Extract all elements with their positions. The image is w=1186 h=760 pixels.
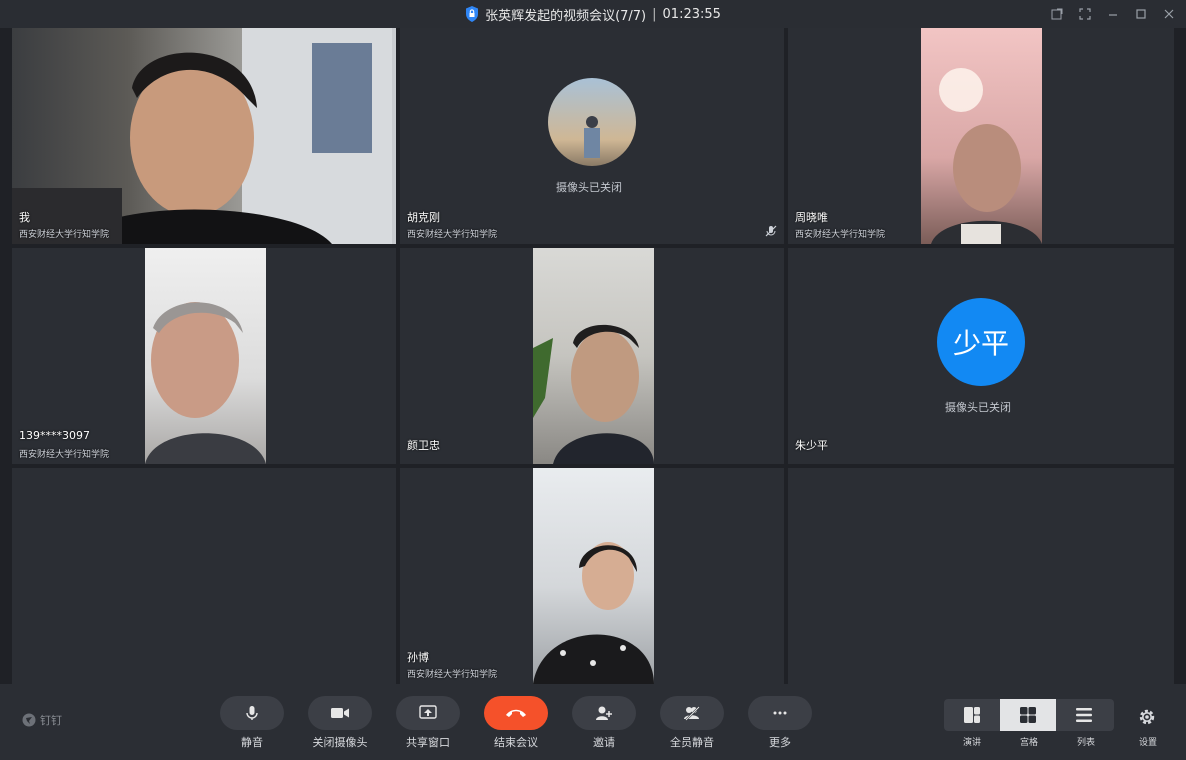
video-feed — [533, 248, 654, 464]
layout-switcher — [944, 699, 1114, 731]
camera-toggle-button[interactable] — [308, 696, 372, 730]
video-feed — [533, 468, 654, 684]
video-grid: 我 西安财经大学行知学院 摄像头已关闭 胡克刚 西安财经大学行知学院 周晓唯 西… — [12, 28, 1174, 684]
speaker-layout-icon — [964, 707, 980, 723]
microphone-icon — [246, 706, 258, 720]
participant-org: 西安财经大学行知学院 — [19, 230, 110, 240]
list-layout-button[interactable] — [1056, 699, 1112, 731]
dingtalk-icon — [22, 713, 36, 727]
share-window-label: 共享窗口 — [406, 736, 450, 749]
more-icon — [773, 711, 787, 715]
settings-label: 设置 — [1138, 738, 1157, 748]
title-separator: | — [652, 6, 657, 22]
video-feed — [145, 248, 266, 464]
participant-tile-zhushaoping[interactable]: 少平 摄像头已关闭 朱少平 — [788, 248, 1174, 464]
participant-name: 孙博 — [407, 651, 429, 664]
mute-all-icon — [684, 706, 700, 721]
video-feed — [921, 28, 1042, 244]
gear-icon[interactable] — [1136, 706, 1158, 728]
invite-button[interactable] — [572, 696, 636, 730]
more-button[interactable] — [748, 696, 812, 730]
popout-icon[interactable] — [1050, 6, 1064, 20]
participant-org: 西安财经大学行知学院 — [407, 230, 498, 240]
end-meeting-button[interactable] — [484, 696, 548, 730]
title-bar: 张英辉发起的视频会议(7/7) | 01:23:55 — [0, 0, 1186, 28]
lock-icon — [466, 6, 479, 22]
participant-name: 我 — [19, 211, 30, 224]
brand-logo: 钉钉 — [22, 712, 62, 728]
hang-up-icon — [506, 709, 526, 717]
empty-tile — [788, 468, 1174, 684]
avatar-initials: 少平 — [952, 327, 1009, 360]
participant-org: 西安财经大学行知学院 — [407, 670, 498, 680]
mute-label: 静音 — [241, 736, 263, 749]
share-window-button[interactable] — [396, 696, 460, 730]
participant-org: 西安财经大学行知学院 — [795, 230, 886, 240]
participant-name: 胡克刚 — [407, 211, 440, 224]
invite-label: 邀请 — [593, 736, 615, 749]
list-layout-icon — [1076, 708, 1092, 722]
camera-off-label: 摄像头已关闭 — [945, 401, 1011, 414]
participant-name: 139****3097 — [19, 429, 90, 442]
mic-muted-icon — [765, 225, 777, 237]
fullscreen-icon[interactable] — [1078, 6, 1092, 20]
empty-tile — [12, 468, 396, 684]
participant-tile-yanweizhong[interactable]: 颜卫忠 — [400, 248, 784, 464]
participant-tile-sunbo[interactable]: 孙博 西安财经大学行知学院 — [400, 468, 784, 684]
participant-name: 朱少平 — [795, 439, 828, 452]
grid-layout-button[interactable] — [1000, 699, 1056, 731]
brand-name: 钉钉 — [40, 714, 62, 727]
grid-layout-label: 宫格 — [1019, 738, 1038, 748]
minimize-icon[interactable] — [1106, 6, 1120, 20]
participant-tile-zhouxiaowei[interactable]: 周晓唯 西安财经大学行知学院 — [788, 28, 1174, 244]
participant-tile-139[interactable]: 139****3097 西安财经大学行知学院 — [12, 248, 396, 464]
camera-icon — [331, 708, 349, 718]
speaker-layout-button[interactable] — [944, 699, 1000, 731]
more-label: 更多 — [769, 736, 791, 749]
meeting-duration: 01:23:55 — [662, 6, 721, 22]
participant-tile-hukegang[interactable]: 摄像头已关闭 胡克刚 西安财经大学行知学院 — [400, 28, 784, 244]
participant-name: 周晓唯 — [795, 211, 828, 224]
close-icon[interactable] — [1162, 6, 1176, 20]
participant-name: 颜卫忠 — [407, 439, 440, 452]
avatar: 少平 — [937, 298, 1025, 386]
mute-all-button[interactable] — [660, 696, 724, 730]
maximize-icon[interactable] — [1134, 6, 1148, 20]
video-feed — [12, 28, 396, 244]
camera-off-label: 摄像头已关闭 — [556, 181, 622, 194]
mute-all-label: 全员静音 — [670, 736, 714, 749]
grid-layout-icon — [1020, 707, 1036, 723]
add-user-icon — [596, 706, 612, 720]
meeting-title: 张英辉发起的视频会议(7/7) — [485, 8, 647, 24]
camera-toggle-label: 关闭摄像头 — [312, 736, 368, 749]
participant-org: 西安财经大学行知学院 — [19, 450, 110, 460]
participant-tile-me[interactable]: 我 西安财经大学行知学院 — [12, 28, 396, 244]
mute-button[interactable] — [220, 696, 284, 730]
list-layout-label: 列表 — [1076, 738, 1095, 748]
end-meeting-label: 结束会议 — [494, 736, 538, 749]
speaker-layout-label: 演讲 — [962, 738, 981, 748]
share-screen-icon — [419, 705, 437, 719]
avatar — [548, 78, 636, 166]
